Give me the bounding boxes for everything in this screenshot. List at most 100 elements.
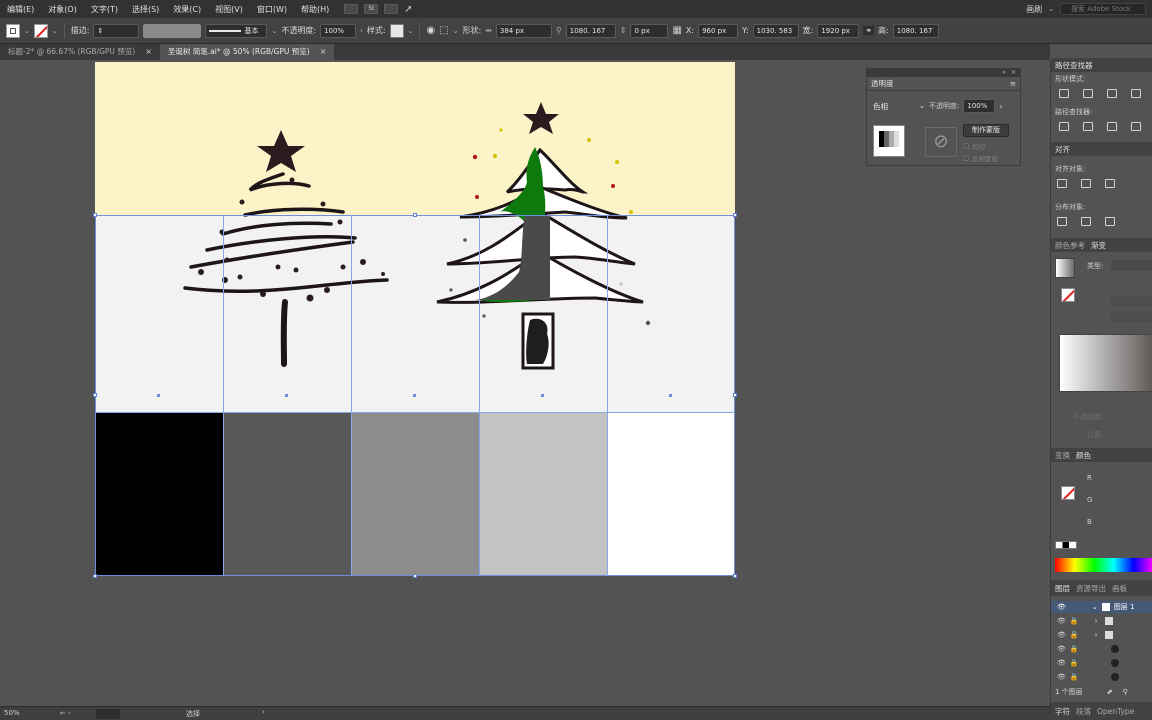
h-field[interactable]: 1080. 167 — [892, 23, 939, 38]
menu-window[interactable]: 窗口(W) — [250, 4, 294, 15]
artboard-number-field[interactable] — [96, 709, 120, 719]
workspace-chevron-icon[interactable]: ⌄ — [1048, 5, 1054, 13]
divide-icon[interactable] — [1059, 122, 1069, 131]
variable-width-field[interactable] — [143, 23, 202, 38]
resize-handle[interactable] — [733, 393, 737, 397]
menu-select[interactable]: 选择(S) — [125, 4, 166, 15]
tab-asset-export[interactable]: 资源导出 — [1076, 583, 1106, 594]
invert-mask-checkbox[interactable] — [963, 155, 969, 161]
expand-chevron-icon[interactable]: ⌄ — [1092, 603, 1098, 611]
exclude-icon[interactable] — [1131, 89, 1141, 98]
clip-checkbox[interactable] — [963, 143, 969, 149]
shape-width-field[interactable]: 384 px — [495, 23, 552, 38]
tab-transform[interactable]: 变换 — [1055, 450, 1070, 461]
tab-opentype[interactable]: OpenType — [1097, 707, 1134, 716]
locate-object-icon[interactable]: ⬈ — [1107, 688, 1113, 696]
distribute-top-icon[interactable] — [1057, 217, 1067, 226]
artboard[interactable] — [93, 62, 737, 578]
status-arrow-icon[interactable]: › — [262, 708, 265, 716]
sublayer-row[interactable]: 👁 🔒 — [1051, 643, 1152, 655]
tab-artboards[interactable]: 画板 — [1112, 583, 1127, 594]
tab-document-1[interactable]: 标题-2* @ 66.67% (RGB/GPU 预览) × — [0, 44, 160, 60]
align-to-icon[interactable]: ⬚ — [439, 25, 448, 36]
stroke-swatch-small[interactable] — [1061, 288, 1075, 302]
align-to-chevron-icon[interactable]: ⌄ — [453, 27, 459, 35]
opacity-arrow-icon[interactable]: › — [360, 27, 363, 35]
search-icon[interactable]: ⚲ — [1123, 688, 1128, 696]
sublayer-row[interactable]: 👁 🔒 › — [1051, 629, 1152, 641]
collapse-icon[interactable]: « — [1002, 69, 1006, 77]
menu-type[interactable]: 文字(T) — [84, 4, 125, 15]
sublayer-row[interactable]: 👁 🔒 — [1051, 657, 1152, 669]
gradient-type-field[interactable] — [1111, 260, 1152, 271]
menu-help[interactable]: 帮助(H) — [294, 4, 336, 15]
reference-point-icon[interactable]: ▦ — [672, 25, 681, 36]
visibility-eye-icon[interactable]: 👁 — [1057, 631, 1066, 639]
visibility-eye-icon[interactable]: 👁 — [1057, 659, 1066, 667]
graphic-style-swatch[interactable] — [389, 23, 404, 38]
gradient-slider[interactable] — [1059, 334, 1152, 392]
distribute-bottom-icon[interactable] — [1105, 217, 1115, 226]
resize-handle[interactable] — [93, 393, 97, 397]
resize-handle[interactable] — [413, 574, 417, 578]
none-swatch[interactable] — [1055, 541, 1077, 549]
brush-chevron-icon[interactable]: ⌄ — [271, 27, 277, 35]
stock-icon[interactable]: St — [364, 3, 379, 14]
align-center-icon[interactable] — [1081, 179, 1091, 188]
resize-handle[interactable] — [733, 213, 737, 217]
expand-chevron-icon[interactable]: › — [1095, 631, 1098, 639]
trim-icon[interactable] — [1083, 122, 1093, 131]
lock-icon[interactable]: 🔒 — [1070, 617, 1079, 625]
visibility-eye-icon[interactable]: 👁 — [1057, 603, 1066, 611]
panel-menu-icon[interactable]: ≡ — [1010, 79, 1016, 88]
intersect-icon[interactable] — [1107, 89, 1117, 98]
artboard-nav[interactable]: ⇤ ‹ — [60, 709, 71, 717]
stock-search-input[interactable]: 搜索 Adobe Stock — [1060, 3, 1146, 15]
bridge-icon[interactable] — [344, 3, 359, 14]
tab-color[interactable]: 颜色 — [1076, 450, 1091, 461]
menu-view[interactable]: 视图(V) — [208, 4, 250, 15]
resize-handle[interactable] — [413, 213, 417, 217]
tab-character[interactable]: 字符 — [1055, 706, 1070, 717]
menu-effect[interactable]: 效果(C) — [166, 4, 208, 15]
recolor-icon[interactable]: ◉ — [426, 25, 435, 36]
resize-handle[interactable] — [93, 213, 97, 217]
layer-row[interactable]: 👁 ⌄ 图层 1 — [1051, 601, 1152, 613]
gpu-performance-icon[interactable]: ➚ — [404, 4, 412, 15]
close-icon[interactable]: × — [145, 44, 152, 60]
align-left-icon[interactable] — [1057, 179, 1067, 188]
minus-front-icon[interactable] — [1083, 89, 1093, 98]
tab-paragraph[interactable]: 段落 — [1076, 706, 1091, 717]
stroke-chevron-icon[interactable]: ⌄ — [52, 27, 58, 35]
resize-handle[interactable] — [733, 574, 737, 578]
fill-chevron-icon[interactable]: ⌄ — [24, 27, 30, 35]
blend-mode-select[interactable]: 色相 ⌄ — [873, 101, 925, 112]
sublayer-row[interactable]: 👁 🔒 — [1051, 671, 1152, 683]
link-icon[interactable]: ⚲ — [556, 26, 562, 35]
object-thumbnail[interactable] — [873, 125, 905, 157]
menu-edit[interactable]: 编辑(E) — [0, 4, 41, 15]
visibility-eye-icon[interactable]: 👁 — [1057, 645, 1066, 653]
fill-swatch[interactable] — [6, 23, 20, 38]
menu-object[interactable]: 对象(O) — [41, 4, 84, 15]
visibility-eye-icon[interactable]: 👁 — [1057, 617, 1066, 625]
transparency-tab[interactable]: 透明度 — [871, 78, 894, 89]
lock-icon[interactable]: 🔒 — [1070, 631, 1079, 639]
crop-icon[interactable] — [1131, 122, 1141, 131]
constrain-proportions-icon[interactable]: ⚭ — [863, 26, 875, 35]
zoom-field[interactable]: 50% — [4, 709, 44, 717]
panel-opacity-field[interactable]: 100% — [963, 99, 996, 113]
close-icon[interactable]: × — [320, 44, 327, 60]
shape-height-field[interactable]: 1080. 167 — [565, 23, 616, 38]
brush-definition-field[interactable]: 基本 — [205, 23, 268, 38]
arrange-documents-icon[interactable] — [384, 3, 399, 14]
gradient-angle-field[interactable] — [1111, 296, 1152, 306]
gradient-preview[interactable] — [1055, 258, 1075, 278]
lock-icon[interactable]: 🔒 — [1070, 645, 1079, 653]
tab-color-guide[interactable]: 颜色参考 — [1055, 240, 1085, 251]
expand-chevron-icon[interactable]: › — [1095, 617, 1098, 625]
tab-layers[interactable]: 图层 — [1055, 583, 1070, 594]
layer-name[interactable]: 图层 1 — [1114, 602, 1135, 612]
align-right-icon[interactable] — [1105, 179, 1115, 188]
opacity-arrow-icon[interactable]: › — [999, 102, 1002, 111]
